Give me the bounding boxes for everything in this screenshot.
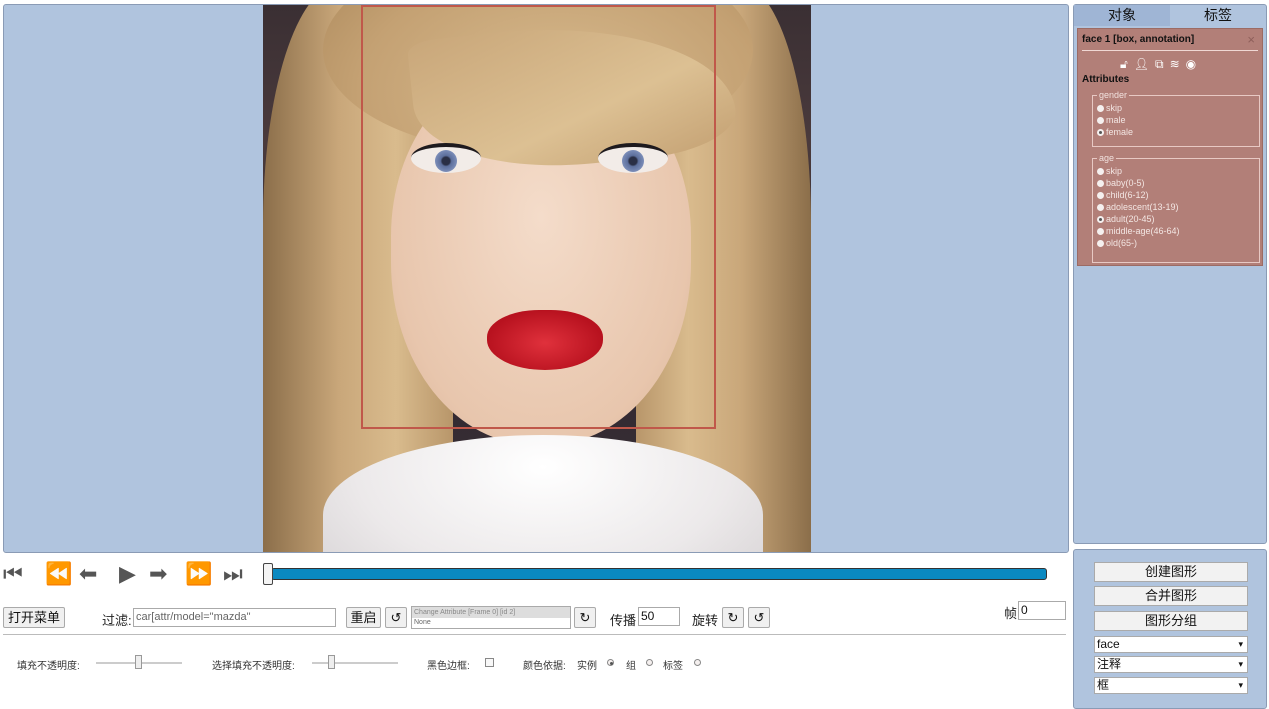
radio-icon[interactable] — [1097, 191, 1104, 199]
radio-icon[interactable] — [1097, 239, 1104, 247]
radio-icon[interactable] — [1097, 203, 1104, 211]
select-fill-opacity-label: 选择填充不透明度: — [212, 661, 295, 672]
reset-button[interactable]: 重启 — [346, 607, 381, 628]
close-icon[interactable]: × — [1247, 32, 1255, 47]
attribute-age-label: age — [1099, 153, 1115, 163]
radio-icon[interactable] — [1097, 167, 1104, 175]
frame-slider-handle[interactable] — [263, 563, 273, 585]
radio-icon[interactable] — [1097, 116, 1104, 124]
group-shapes-button[interactable]: 图形分组 — [1094, 611, 1248, 631]
sidebar-tabs: 对象 标签 — [1074, 5, 1266, 26]
play-icon[interactable]: ▶ — [119, 563, 136, 585]
attribute-gender: gender skip male female — [1092, 90, 1260, 147]
color-by-instance-label: 实例 — [577, 661, 597, 672]
color-by-instance-radio[interactable] — [607, 659, 614, 666]
black-border-label: 黑色边框: — [427, 661, 470, 672]
filter-label: 过滤: — [102, 613, 132, 628]
color-by-label-label: 标签 — [663, 661, 683, 672]
rotate-clockwise-icon[interactable]: ↻ — [722, 607, 744, 628]
radio-icon[interactable] — [1097, 227, 1104, 235]
undo-icon[interactable]: ↺ — [385, 607, 407, 628]
color-by-label: 颜色依据: — [523, 661, 566, 672]
radio-icon[interactable] — [1097, 104, 1104, 112]
mode-select[interactable]: 注释 — [1094, 656, 1248, 673]
target-icon[interactable]: ◉ — [1186, 57, 1196, 72]
object-card-face-1[interactable]: face 1 [box, annotation] × 🔓︎ 👤︎ ⧉ ≋ ◉ A… — [1077, 28, 1263, 266]
tab-labels[interactable]: 标签 — [1170, 5, 1266, 26]
attributes-label: Attributes — [1082, 74, 1130, 85]
attribute-gender-label: gender — [1099, 90, 1128, 100]
attribute-age: age skip baby(0-5) child(6-12) adolescen… — [1092, 153, 1260, 263]
player-controls: ⏮ ⏪ ⬅ ▶ ➡ ⏩ ⏭ — [3, 560, 1048, 590]
radio-icon[interactable] — [1097, 179, 1104, 187]
objects-panel: 对象 标签 face 1 [box, annotation] × 🔓︎ 👤︎ ⧉… — [1073, 4, 1267, 544]
age-option[interactable]: old(65-) — [1097, 237, 1255, 249]
color-by-group-label: 组 — [626, 661, 636, 672]
object-title: face 1 [box, annotation] — [1082, 34, 1195, 45]
last-frame-icon[interactable]: ⏭ — [223, 563, 243, 585]
radio-selected-icon[interactable] — [1097, 128, 1104, 136]
history-state-value: None — [414, 619, 431, 626]
fast-backward-icon[interactable]: ⏪ — [45, 563, 72, 585]
divider — [3, 634, 1066, 635]
person-icon[interactable]: 👤︎ — [1134, 57, 1149, 72]
prev-frame-icon[interactable]: ⬅ — [79, 563, 97, 585]
shape-tools-panel: 创建图形 合并图形 图形分组 face 注释 框 — [1073, 549, 1267, 709]
history-state[interactable]: Change Attribute [Frame 0] [id 2] None — [411, 606, 571, 629]
gender-option-skip[interactable]: skip — [1097, 102, 1255, 114]
select-fill-opacity-slider[interactable] — [312, 662, 398, 664]
frame-slider-track[interactable] — [271, 568, 1047, 580]
shape-type-select[interactable]: 框 — [1094, 677, 1248, 694]
first-frame-icon[interactable]: ⏮ — [3, 563, 23, 585]
age-option[interactable]: adult(20-45) — [1097, 213, 1255, 225]
history-state-action: Change Attribute [Frame 0] [id 2] — [412, 607, 570, 618]
fast-forward-icon[interactable]: ⏩ — [185, 563, 212, 585]
age-option[interactable]: child(6-12) — [1097, 189, 1255, 201]
copy-icon[interactable]: ⧉ — [1155, 57, 1164, 72]
unlock-icon[interactable]: 🔓︎ — [1120, 57, 1128, 72]
color-by-label-radio[interactable] — [694, 659, 701, 666]
frame-input[interactable]: 0 — [1018, 601, 1066, 620]
rotate-counterclockwise-icon[interactable]: ↺ — [748, 607, 770, 628]
gender-option-male[interactable]: male — [1097, 114, 1255, 126]
radio-selected-icon[interactable] — [1097, 215, 1104, 223]
select-fill-opacity-handle[interactable] — [328, 655, 335, 669]
age-option[interactable]: adolescent(13-19) — [1097, 201, 1255, 213]
layers-icon[interactable]: ≋ — [1170, 57, 1180, 72]
open-menu-button[interactable]: 打开菜单 — [3, 607, 65, 628]
color-by-group-radio[interactable] — [646, 659, 653, 666]
age-option[interactable]: middle-age(46-64) — [1097, 225, 1255, 237]
object-actions: 🔓︎ 👤︎ ⧉ ≋ ◉ — [1120, 57, 1196, 72]
propagate-input[interactable]: 50 — [638, 607, 680, 626]
annotation-canvas[interactable] — [3, 4, 1069, 553]
propagate-label: 传播 — [610, 613, 637, 628]
rotate-label: 旋转 — [692, 613, 719, 628]
gender-option-female[interactable]: female — [1097, 126, 1255, 138]
divider — [1082, 50, 1258, 51]
label-select[interactable]: face — [1094, 636, 1248, 653]
fill-opacity-label: 填充不透明度: — [17, 661, 80, 672]
black-border-checkbox[interactable] — [485, 658, 494, 667]
tab-objects[interactable]: 对象 — [1074, 5, 1170, 26]
bounding-box-face-1[interactable] — [361, 5, 716, 429]
merge-shapes-button[interactable]: 合并图形 — [1094, 586, 1248, 606]
next-frame-icon[interactable]: ➡ — [149, 563, 167, 585]
create-shape-button[interactable]: 创建图形 — [1094, 562, 1248, 582]
frame-label: 帧 — [1004, 606, 1018, 621]
fill-opacity-handle[interactable] — [135, 655, 142, 669]
filter-input[interactable]: car[attr/model="mazda" — [133, 608, 336, 627]
age-option[interactable]: skip — [1097, 165, 1255, 177]
redo-icon[interactable]: ↻ — [574, 607, 596, 628]
age-option[interactable]: baby(0-5) — [1097, 177, 1255, 189]
